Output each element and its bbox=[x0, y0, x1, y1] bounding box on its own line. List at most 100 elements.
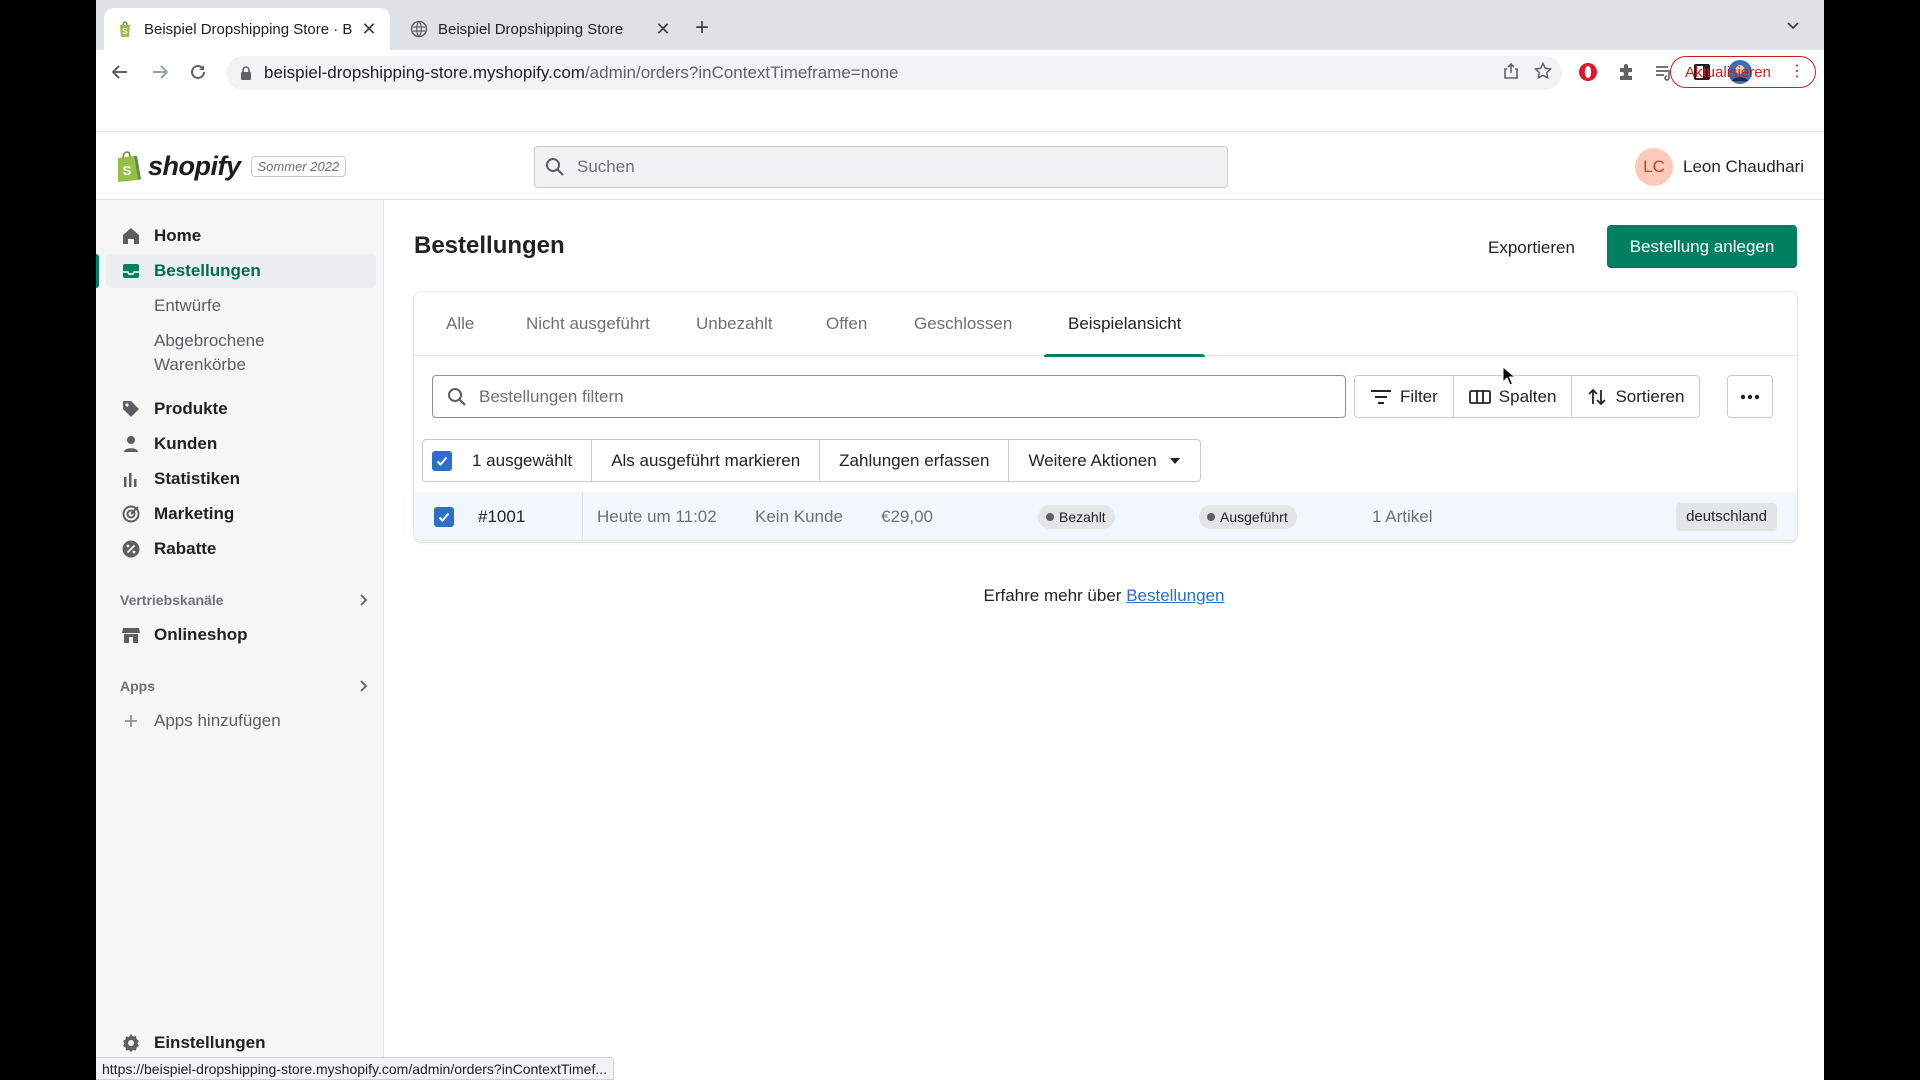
bulk-actions-bar: 1 ausgewählt Als ausgeführt markieren Za… bbox=[422, 439, 1201, 482]
user-menu[interactable]: LC Leon Chaudhari bbox=[1635, 148, 1804, 186]
close-tab-icon[interactable]: ✕ bbox=[654, 19, 672, 39]
selected-count: 1 ausgewählt bbox=[472, 450, 573, 470]
checkbox-checked-icon[interactable] bbox=[432, 450, 452, 471]
columns-label: Spalten bbox=[1498, 386, 1557, 406]
payment-status-label: Bezahlt bbox=[1059, 508, 1106, 525]
bulk-select-all[interactable]: 1 ausgewählt bbox=[423, 440, 593, 481]
tab-unpaid[interactable]: Unbezahlt bbox=[672, 292, 797, 356]
reload-icon[interactable] bbox=[186, 60, 210, 84]
sidebar-item-analytics[interactable]: Statistiken bbox=[106, 462, 376, 496]
tab-title: Beispiel Dropshipping Store bbox=[438, 20, 624, 38]
apps-heading: Apps bbox=[120, 678, 155, 694]
table-row[interactable]: #1001 Heute um 11:02 Kein Kunde €29,00 B… bbox=[414, 492, 1797, 541]
extensions-puzzle-icon[interactable] bbox=[1614, 60, 1638, 84]
sidebar-item-orders[interactable]: Bestellungen bbox=[96, 254, 376, 288]
update-label: Aktualisieren bbox=[1685, 63, 1771, 81]
sidebar-item-online-store[interactable]: Onlineshop bbox=[106, 618, 376, 652]
screen: S Beispiel Dropshipping Store · B ✕ Beis… bbox=[96, 0, 1824, 1080]
browser-tab-active[interactable]: S Beispiel Dropshipping Store · B ✕ bbox=[104, 8, 390, 50]
status-dot bbox=[1046, 512, 1054, 521]
horizontal-dots-icon bbox=[1740, 394, 1760, 400]
learn-more-link[interactable]: Bestellungen bbox=[1126, 586, 1224, 605]
page-spacer bbox=[96, 94, 1824, 132]
person-icon bbox=[120, 433, 142, 455]
share-icon[interactable] bbox=[1502, 62, 1520, 80]
user-name: Leon Chaudhari bbox=[1683, 157, 1804, 176]
payment-status-badge: Bezahlt bbox=[1038, 492, 1115, 541]
capture-payments-button[interactable]: Zahlungen erfassen bbox=[820, 440, 1010, 481]
back-arrow-icon[interactable] bbox=[108, 60, 132, 84]
logo-wordmark: shopify bbox=[148, 150, 241, 181]
tab-title: Beispiel Dropshipping Store · B bbox=[144, 20, 353, 38]
sidebar-item-home[interactable]: Home bbox=[106, 219, 376, 253]
store-icon bbox=[120, 624, 142, 646]
sort-arrows-icon bbox=[1587, 387, 1615, 407]
sidebar-item-marketing[interactable]: Marketing bbox=[106, 497, 376, 531]
row-checkbox[interactable] bbox=[434, 492, 454, 541]
browser-tab[interactable]: Beispiel Dropshipping Store ✕ bbox=[398, 8, 684, 50]
sidebar-item-discounts[interactable]: Rabatte bbox=[106, 532, 376, 566]
opera-o-icon[interactable] bbox=[1576, 60, 1600, 84]
sort-button[interactable]: Sortieren bbox=[1572, 376, 1699, 417]
export-button[interactable]: Exportieren bbox=[1476, 228, 1587, 268]
sidebar-item-add-apps[interactable]: Apps hinzufügen bbox=[106, 704, 376, 738]
tab-open[interactable]: Offen bbox=[802, 292, 891, 356]
sidebar-item-products[interactable]: Produkte bbox=[106, 392, 376, 426]
shopify-logo[interactable]: S shopify Sommer 2022 bbox=[114, 150, 347, 182]
apps-section[interactable]: Apps bbox=[120, 678, 370, 694]
filter-placeholder: Bestellungen filtern bbox=[479, 386, 624, 406]
address-bar[interactable]: beispiel-dropshipping-store.myshopify.co… bbox=[226, 56, 1562, 90]
bookmark-star-icon[interactable] bbox=[1534, 62, 1552, 80]
sidebar-item-label: Produkte bbox=[154, 399, 228, 418]
new-tab-icon[interactable]: + bbox=[690, 16, 714, 40]
more-vert-icon[interactable]: ⋮ bbox=[1789, 63, 1805, 81]
filter-button[interactable]: Filter bbox=[1355, 376, 1454, 417]
orders-icon bbox=[120, 260, 142, 282]
sidebar-item-label: Einstellungen bbox=[154, 1033, 266, 1052]
caret-down-icon bbox=[1169, 457, 1181, 465]
plus-icon bbox=[120, 710, 142, 732]
shopify-bag-icon: S bbox=[116, 20, 134, 38]
tab-search-chevron-icon[interactable] bbox=[1786, 18, 1800, 32]
sidebar-subitem-abandoned-checkouts[interactable]: Abgebrochene Warenkörbe bbox=[154, 329, 294, 377]
fulfillment-status-badge: Ausgeführt bbox=[1199, 492, 1297, 541]
order-customer: Kein Kunde bbox=[755, 506, 843, 526]
forward-arrow-icon[interactable] bbox=[148, 60, 172, 84]
mouse-cursor-icon bbox=[1502, 366, 1516, 386]
globe-icon bbox=[410, 20, 428, 38]
view-controls: Filter Spalten Sortieren bbox=[1354, 375, 1701, 418]
sidebar-item-customers[interactable]: Kunden bbox=[106, 427, 376, 461]
orders-card: Alle Nicht ausgeführt Unbezahlt Offen Ge… bbox=[414, 292, 1797, 542]
order-number[interactable]: #1001 bbox=[478, 492, 525, 541]
tab-unfulfilled[interactable]: Nicht ausgeführt bbox=[502, 292, 674, 356]
update-button[interactable]: Aktualisieren ⋮ bbox=[1670, 56, 1816, 88]
url-host: beispiel-dropshipping-store.myshopify.co… bbox=[264, 63, 585, 82]
chevron-right-icon[interactable] bbox=[356, 679, 370, 693]
close-tab-icon[interactable]: ✕ bbox=[360, 19, 378, 39]
tab-closed[interactable]: Geschlossen bbox=[890, 292, 1036, 356]
learn-more-text: Erfahre mehr über bbox=[983, 586, 1122, 605]
sort-label: Sortieren bbox=[1615, 386, 1685, 406]
sidebar-item-label: Marketing bbox=[154, 504, 235, 523]
more-actions-button[interactable]: Weitere Aktionen bbox=[1009, 440, 1199, 481]
tag-icon bbox=[120, 398, 142, 420]
sidebar-item-settings[interactable]: Einstellungen bbox=[106, 1026, 376, 1060]
sidebar: Home Bestellungen Entwürfe Abgebrochene … bbox=[96, 200, 384, 1080]
learn-more-footer: Erfahre mehr über Bestellungen bbox=[96, 586, 1824, 606]
sidebar-item-label: Bestellungen bbox=[154, 261, 261, 280]
more-options-button[interactable] bbox=[1727, 375, 1773, 418]
svg-text:S: S bbox=[123, 163, 132, 178]
orders-filter-input[interactable]: Bestellungen filtern bbox=[432, 375, 1346, 418]
create-order-button[interactable]: Bestellung anlegen bbox=[1607, 225, 1797, 268]
discount-icon bbox=[120, 538, 142, 560]
global-search-input[interactable]: Suchen bbox=[534, 146, 1228, 188]
sidebar-item-label: Apps hinzufügen bbox=[154, 711, 281, 730]
tab-example-view[interactable]: Beispielansicht bbox=[1044, 292, 1206, 357]
columns-icon bbox=[1468, 388, 1499, 406]
sidebar-subitem-drafts[interactable]: Entwürfe bbox=[154, 294, 221, 318]
mark-fulfilled-button[interactable]: Als ausgeführt markieren bbox=[592, 440, 821, 481]
sidebar-item-label: Rabatte bbox=[154, 539, 217, 558]
browser-toolbar: beispiel-dropshipping-store.myshopify.co… bbox=[96, 50, 1824, 94]
tab-all[interactable]: Alle bbox=[422, 292, 498, 356]
checkbox-checked-icon[interactable] bbox=[434, 506, 454, 527]
